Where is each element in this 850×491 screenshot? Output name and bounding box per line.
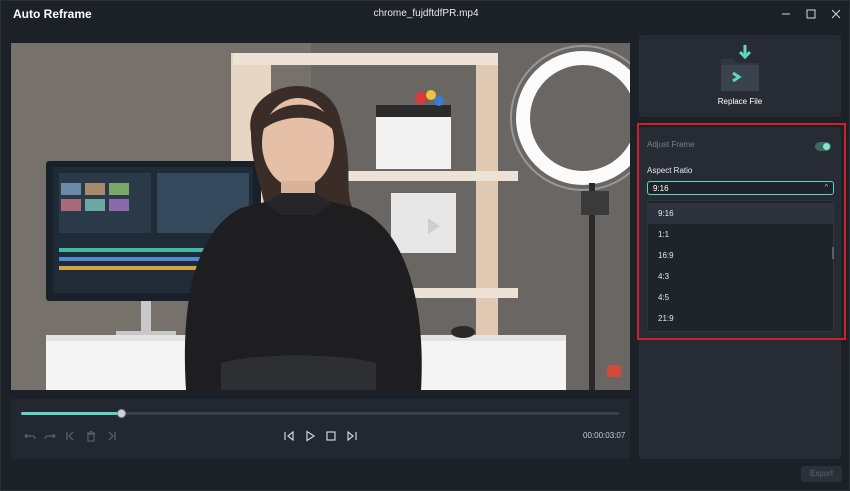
next-keyframe-button[interactable] bbox=[105, 429, 119, 443]
close-button[interactable] bbox=[827, 5, 845, 23]
replace-file-label: Replace File bbox=[717, 97, 763, 106]
redo-button[interactable] bbox=[43, 429, 57, 443]
export-button[interactable]: Export bbox=[801, 466, 842, 482]
prev-keyframe-button[interactable] bbox=[63, 429, 77, 443]
auto-reframe-window: Auto Reframe chrome_fujdftdfPR.mp4 00:00… bbox=[0, 0, 850, 491]
minimize-icon bbox=[782, 13, 790, 15]
timecode: 00:00:03:07 bbox=[583, 431, 626, 440]
delete-icon bbox=[87, 430, 95, 442]
stop-button[interactable] bbox=[324, 429, 338, 443]
player-controls: 00:00:03:07 bbox=[11, 399, 630, 459]
undo-icon bbox=[24, 433, 36, 440]
next-keyframe-icon bbox=[108, 431, 116, 441]
undo-button[interactable] bbox=[23, 429, 37, 443]
step-back-icon bbox=[284, 430, 294, 442]
title-bar: Auto Reframe chrome_fujdftdfPR.mp4 bbox=[1, 1, 850, 27]
file-name-title: chrome_fujdftdfPR.mp4 bbox=[373, 8, 479, 19]
step-forward-button[interactable] bbox=[345, 429, 359, 443]
minimize-button[interactable] bbox=[777, 5, 795, 23]
close-icon bbox=[831, 9, 841, 19]
step-forward-icon bbox=[347, 430, 357, 442]
delete-button[interactable] bbox=[84, 429, 98, 443]
highlight-frame bbox=[637, 123, 846, 340]
prev-keyframe-icon bbox=[66, 431, 74, 441]
seek-progress bbox=[21, 412, 122, 415]
play-button[interactable] bbox=[303, 429, 317, 443]
maximize-button[interactable] bbox=[802, 5, 820, 23]
play-icon bbox=[306, 430, 316, 442]
stop-icon bbox=[326, 431, 336, 441]
redo-icon bbox=[44, 433, 56, 440]
replace-file-icon bbox=[721, 45, 759, 91]
replace-file-card[interactable]: Replace File bbox=[639, 35, 841, 117]
video-frame-image bbox=[11, 43, 630, 390]
step-back-button[interactable] bbox=[282, 429, 296, 443]
seek-bar[interactable] bbox=[21, 409, 619, 418]
seek-handle[interactable] bbox=[117, 409, 127, 418]
maximize-icon bbox=[806, 9, 816, 19]
video-preview[interactable] bbox=[11, 43, 630, 390]
